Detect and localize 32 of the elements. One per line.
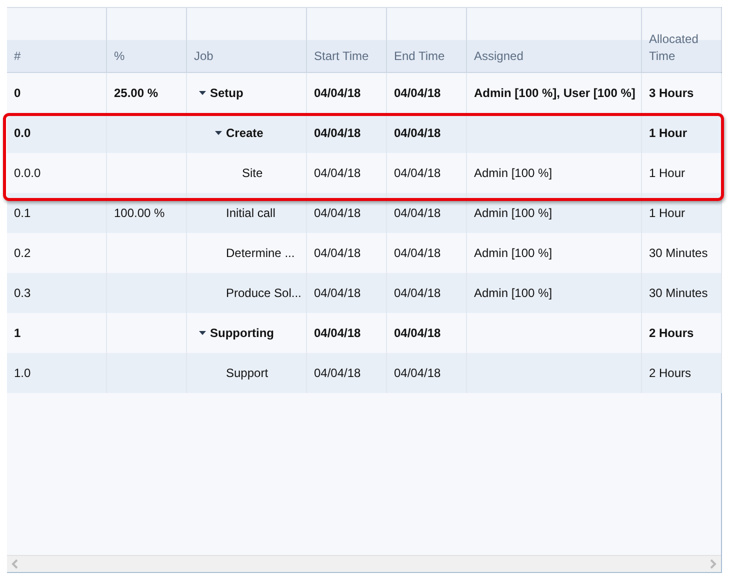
column-heading[interactable]: Job: [187, 8, 307, 72]
job-name: Site: [242, 166, 263, 180]
job-name: Supporting: [210, 326, 274, 340]
job-name: Setup: [210, 86, 244, 100]
job-name: Produce Sol...: [226, 286, 302, 300]
table-cell: 1.0: [7, 353, 107, 393]
column-heading[interactable]: #: [7, 8, 107, 72]
table-row[interactable]: 1.0 Support 04/04/18 04/04/18 2 Hours: [7, 353, 721, 393]
job-name: Initial call: [226, 206, 276, 220]
column-heading[interactable]: End Time: [387, 8, 467, 72]
table-cell: Admin [100 %], User [100 %]: [467, 73, 642, 113]
table-cell: 04/04/18: [387, 353, 467, 393]
table-row[interactable]: 0.3 Produce Sol... 04/04/18 04/04/18 Admin [100 %] 30 Minutes: [7, 273, 721, 313]
collapse-triangle-icon[interactable]: [199, 331, 206, 335]
table-cell: 04/04/18: [307, 73, 387, 113]
table-row[interactable]: 0.1 100.00 % Initial call 04/04/18 04/04/18 Admin [100 %] 1 Hour: [7, 193, 721, 233]
column-heading[interactable]: Start Time: [307, 8, 387, 72]
table-cell: 3 Hours: [642, 73, 722, 113]
job-name: Create: [226, 126, 264, 140]
job-name: Support: [226, 366, 268, 380]
table-row[interactable]: 0.0 Create 04/04/18 04/04/18 1 Hour: [7, 113, 721, 153]
job-name: Determine ...: [226, 246, 295, 260]
column-heading[interactable]: Allocated Time: [642, 8, 722, 72]
table-cell: 2 Hours: [642, 353, 722, 393]
table-cell: 0: [7, 73, 107, 113]
column-heading[interactable]: Assigned: [467, 8, 642, 72]
table-cell: 25.00 %: [107, 73, 187, 113]
table-cell: 04/04/18: [387, 73, 467, 113]
table-cell: 04/04/18: [307, 353, 387, 393]
collapse-triangle-icon[interactable]: [199, 91, 206, 95]
collapse-triangle-icon[interactable]: [215, 131, 222, 135]
column-heading[interactable]: %: [107, 8, 187, 72]
